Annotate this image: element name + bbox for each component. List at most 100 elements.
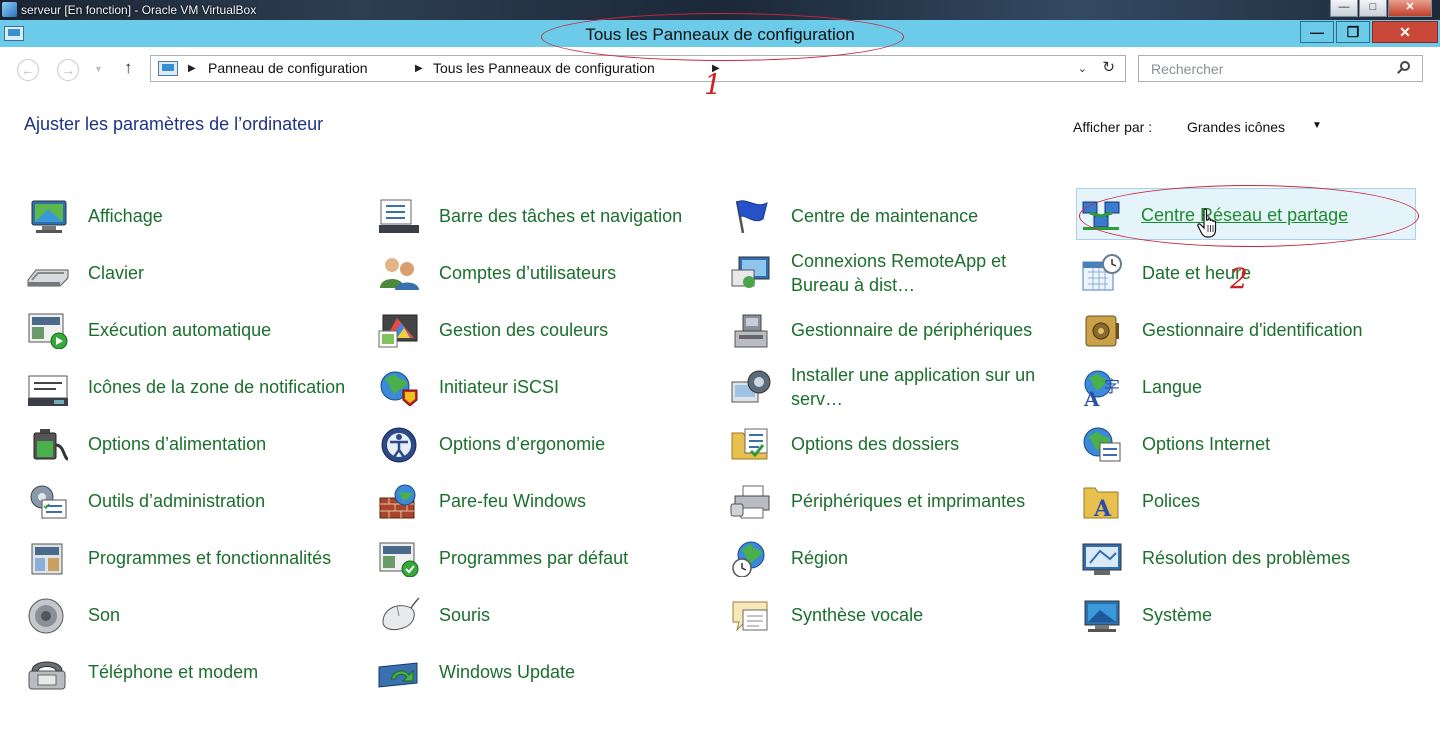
item-label[interactable]: Résolution des problèmes — [1142, 532, 1417, 584]
printer-icon — [730, 485, 770, 519]
users-icon — [380, 258, 419, 290]
control-panel-item[interactable]: Gestionnaire d'identification — [1078, 304, 1418, 356]
control-panel-item[interactable]: A 字 Langue — [1078, 361, 1418, 413]
item-label[interactable]: Centre Réseau et partage — [1141, 189, 1416, 241]
host-titlebar: serveur [En fonction] - Oracle VM Virtua… — [0, 0, 1440, 20]
control-panel-item[interactable]: Affichage — [24, 190, 364, 242]
chevron-right-icon[interactable]: ▶ — [415, 61, 423, 77]
control-panel-item[interactable]: Région — [727, 532, 1067, 584]
control-panel-item[interactable]: Exécution automatique — [24, 304, 364, 356]
control-panel-item[interactable]: Résolution des problèmes — [1078, 532, 1418, 584]
item-label[interactable]: Clavier — [88, 247, 363, 299]
virtualbox-icon — [2, 2, 17, 17]
svg-text:A: A — [1083, 387, 1100, 406]
item-label[interactable]: Programmes par défaut — [439, 532, 714, 584]
control-panel-item[interactable]: Installer une application sur un serv… — [727, 361, 1067, 413]
control-panel-item[interactable]: Clavier — [24, 247, 364, 299]
control-panel-item[interactable]: Options d’ergonomie — [375, 418, 715, 470]
control-panel-item[interactable]: Gestionnaire de périphériques — [727, 304, 1067, 356]
search-icon[interactable] — [1400, 61, 1410, 71]
control-panel-item[interactable]: Options d’alimentation — [24, 418, 364, 470]
control-panel-item[interactable]: Synthèse vocale — [727, 589, 1067, 641]
item-label[interactable]: Souris — [439, 589, 714, 641]
item-label[interactable]: Région — [791, 532, 1066, 584]
close-button[interactable]: ✕ — [1372, 21, 1438, 43]
control-panel-item[interactable]: Système — [1078, 589, 1418, 641]
item-label[interactable]: Options Internet — [1142, 418, 1417, 470]
item-label[interactable]: Date et heure — [1142, 247, 1417, 299]
search-box[interactable] — [1138, 55, 1423, 82]
window-title: Tous les Panneaux de configuration — [585, 25, 855, 44]
control-panel-item[interactable]: Gestion des couleurs — [375, 304, 715, 356]
recent-pages-dropdown[interactable]: ▼ — [94, 59, 103, 79]
refresh-icon[interactable]: ↻ — [1102, 59, 1115, 77]
item-label[interactable]: Barre des tâches et navigation — [439, 190, 714, 242]
back-button[interactable]: ← — [17, 59, 39, 81]
control-panel-item[interactable]: Date et heure — [1078, 247, 1418, 299]
item-label[interactable]: Icônes de la zone de notification — [88, 361, 363, 413]
item-label[interactable]: Windows Update — [439, 646, 714, 698]
host-window-controls: — □ ✕ — [1330, 0, 1432, 17]
item-label[interactable]: Options des dossiers — [791, 418, 1066, 470]
item-label[interactable]: Téléphone et modem — [88, 646, 363, 698]
host-maximize-button[interactable]: □ — [1359, 0, 1387, 17]
control-panel-item[interactable]: Comptes d’utilisateurs — [375, 247, 715, 299]
forward-button[interactable]: → — [57, 59, 79, 81]
item-label[interactable]: Installer une application sur un serv… — [791, 361, 1066, 413]
control-panel-item[interactable]: Téléphone et modem — [24, 646, 364, 698]
host-close-button[interactable]: ✕ — [1388, 0, 1432, 17]
control-panel-item[interactable]: Initiateur iSCSI — [375, 361, 715, 413]
control-panel-item[interactable]: Barre des tâches et navigation — [375, 190, 715, 242]
breadcrumb-all-items[interactable]: Tous les Panneaux de configuration — [433, 60, 655, 77]
breadcrumb-control-panel[interactable]: Panneau de configuration — [208, 60, 368, 77]
control-panel-item[interactable]: Windows Update — [375, 646, 715, 698]
address-bar[interactable]: ▶ Panneau de configuration ▶ Tous les Pa… — [150, 55, 1126, 82]
mouse-icon — [382, 597, 420, 631]
control-panel-item[interactable]: Périphériques et imprimantes — [727, 475, 1067, 527]
host-minimize-button[interactable]: — — [1330, 0, 1358, 17]
view-by-dropdown[interactable]: Grandes icônes — [1187, 119, 1285, 135]
chevron-down-icon[interactable]: ▼ — [1312, 118, 1322, 134]
chevron-right-icon[interactable]: ▶ — [188, 61, 196, 77]
control-panel-item[interactable]: Centre de maintenance — [727, 190, 1067, 242]
control-panel-item[interactable]: Son — [24, 589, 364, 641]
item-label[interactable]: Gestionnaire de périphériques — [791, 304, 1066, 356]
troubleshooting-icon — [1082, 543, 1122, 575]
control-panel-item[interactable]: Icônes de la zone de notification — [24, 361, 364, 413]
control-panel-item[interactable]: Souris — [375, 589, 715, 641]
control-panel-item[interactable]: Programmes par défaut — [375, 532, 715, 584]
control-panel-item[interactable]: Pare-feu Windows — [375, 475, 715, 527]
minimize-button[interactable]: — — [1300, 21, 1334, 43]
control-panel-item[interactable]: Options Internet — [1078, 418, 1418, 470]
control-panel-item[interactable]: Centre Réseau et partage — [1076, 188, 1416, 240]
item-label[interactable]: Gestionnaire d'identification — [1142, 304, 1417, 356]
control-panel-item[interactable]: A Polices — [1078, 475, 1418, 527]
item-label[interactable]: Pare-feu Windows — [439, 475, 714, 527]
control-panel-item[interactable]: Programmes et fonctionnalités — [24, 532, 364, 584]
item-label[interactable]: Initiateur iSCSI — [439, 361, 714, 413]
item-label[interactable]: Périphériques et imprimantes — [791, 475, 1066, 527]
item-label[interactable]: Exécution automatique — [88, 304, 363, 356]
item-label[interactable]: Options d’alimentation — [88, 418, 363, 470]
item-label[interactable]: Système — [1142, 589, 1417, 641]
control-panel-item[interactable]: Options des dossiers — [727, 418, 1067, 470]
item-label[interactable]: Outils d’administration — [88, 475, 363, 527]
item-label[interactable]: Synthèse vocale — [791, 589, 1066, 641]
control-panel-item[interactable]: Outils d’administration — [24, 475, 364, 527]
item-label[interactable]: Centre de maintenance — [791, 190, 1066, 242]
control-panel-item[interactable]: Connexions RemoteApp et Bureau à dist… — [727, 247, 1067, 299]
up-arrow-icon[interactable]: ↑ — [124, 57, 133, 79]
item-label[interactable]: Son — [88, 589, 363, 641]
item-label[interactable]: Comptes d’utilisateurs — [439, 247, 714, 299]
chevron-down-icon[interactable]: ⌄ — [1078, 61, 1087, 77]
item-label[interactable]: Polices — [1142, 475, 1417, 527]
item-label[interactable]: Langue — [1142, 361, 1417, 413]
item-label[interactable]: Gestion des couleurs — [439, 304, 714, 356]
item-label[interactable]: Connexions RemoteApp et Bureau à dist… — [791, 247, 1066, 299]
item-label[interactable]: Programmes et fonctionnalités — [88, 532, 363, 584]
default-programs-icon — [379, 542, 419, 577]
item-label[interactable]: Affichage — [88, 190, 363, 242]
restore-button[interactable]: ❐ — [1336, 21, 1370, 43]
item-label[interactable]: Options d’ergonomie — [439, 418, 714, 470]
search-input[interactable] — [1139, 56, 1391, 81]
